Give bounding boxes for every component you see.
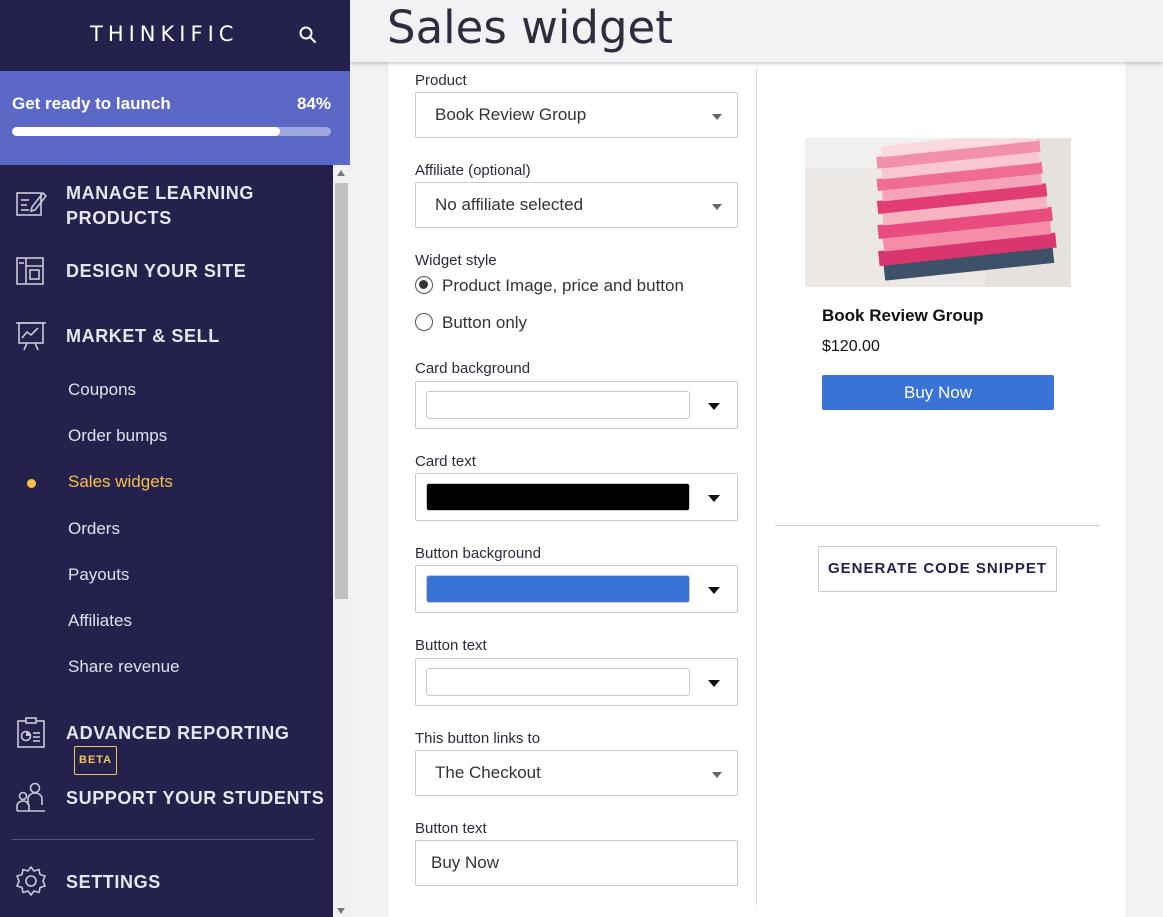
sidebar-scrollbar[interactable] xyxy=(333,165,350,917)
button-text-color-picker[interactable] xyxy=(415,658,738,706)
button-text-color-swatch[interactable] xyxy=(426,668,690,696)
radio-button-only[interactable]: Button only xyxy=(415,313,527,333)
sidebar-label-market: MARKET & SELL xyxy=(66,326,220,346)
launch-progress-bar xyxy=(12,127,331,136)
card-background-swatch[interactable] xyxy=(426,391,690,419)
sidebar: THINKIFIC Get ready to launch 84% MANAGE… xyxy=(0,0,350,917)
radio-label-button-only: Button only xyxy=(442,313,528,332)
product-image xyxy=(805,138,1071,287)
widget-editor-card: Product Book Review Group Affiliate (opt… xyxy=(387,62,1127,917)
button-text-input[interactable] xyxy=(415,840,738,886)
sidebar-label-reporting-text: ADVANCED REPORTING xyxy=(66,723,290,743)
card-text-label: Card text xyxy=(415,453,476,470)
sidebar-subitem-affiliates[interactable]: Affiliates xyxy=(68,611,132,631)
widget-style-label: Widget style xyxy=(415,252,497,269)
brand-bar: THINKIFIC xyxy=(0,0,350,71)
sidebar-nav: MANAGE LEARNING PRODUCTS DESIGN YOUR SIT… xyxy=(0,165,333,917)
sidebar-label-support: SUPPORT YOUR STUDENTS xyxy=(66,788,325,808)
caret-down-icon[interactable] xyxy=(708,495,720,502)
button-link-select-value: The Checkout xyxy=(435,763,541,782)
sidebar-scroll-thumb[interactable] xyxy=(335,183,348,599)
preview-buy-now-button[interactable]: Buy Now xyxy=(822,375,1054,410)
search-icon[interactable] xyxy=(298,25,318,45)
sidebar-label-settings: SETTINGS xyxy=(66,872,161,892)
radio-selected-icon xyxy=(415,276,433,294)
sidebar-divider xyxy=(12,839,314,840)
generate-code-snippet-button[interactable]: GENERATE CODE SNIPPET xyxy=(818,546,1057,592)
presentation-chart-icon xyxy=(16,322,46,351)
sidebar-item-market-and-sell[interactable]: MARKET & SELL xyxy=(0,318,333,354)
layout-icon xyxy=(16,257,44,285)
affiliate-label: Affiliate (optional) xyxy=(415,162,531,179)
sidebar-label-reporting: ADVANCED REPORTING BETA xyxy=(66,721,333,775)
scroll-up-arrow-icon[interactable] xyxy=(337,170,345,176)
sidebar-item-manage-learning-products[interactable]: MANAGE LEARNING PRODUCTS xyxy=(0,179,333,239)
sidebar-item-design-your-site[interactable]: DESIGN YOUR SITE xyxy=(0,253,333,289)
sidebar-subitem-order-bumps[interactable]: Order bumps xyxy=(68,426,167,446)
users-icon xyxy=(16,782,45,812)
thinkific-logo[interactable]: THINKIFIC xyxy=(90,22,238,46)
sidebar-subitem-share-revenue[interactable]: Share revenue xyxy=(68,657,180,677)
sidebar-subitem-coupons[interactable]: Coupons xyxy=(68,380,136,400)
radio-unselected-icon xyxy=(415,313,433,331)
beta-badge: BETA xyxy=(74,746,118,775)
button-link-label: This button links to xyxy=(415,730,541,747)
active-indicator-dot xyxy=(27,479,36,488)
chevron-down-icon xyxy=(712,204,722,210)
product-select[interactable]: Book Review Group xyxy=(415,92,738,138)
sidebar-item-support-your-students[interactable]: SUPPORT YOUR STUDENTS xyxy=(0,781,333,817)
clipboard-chart-icon xyxy=(17,717,45,748)
sidebar-label-manage: MANAGE LEARNING PRODUCTS xyxy=(66,183,254,228)
card-background-picker[interactable] xyxy=(415,381,738,429)
launch-checklist[interactable]: Get ready to launch 84% xyxy=(0,71,350,165)
radio-label-image-price-button: Product Image, price and button xyxy=(442,276,684,295)
preview-product-name: Book Review Group xyxy=(822,306,984,325)
button-link-select[interactable]: The Checkout xyxy=(415,750,738,796)
product-select-value: Book Review Group xyxy=(435,105,587,124)
button-background-label: Button background xyxy=(415,545,541,562)
button-text-label: Button text xyxy=(415,820,487,837)
scroll-down-arrow-icon[interactable] xyxy=(337,908,345,914)
sidebar-label-design: DESIGN YOUR SITE xyxy=(66,261,247,281)
card-text-swatch[interactable] xyxy=(426,483,690,511)
sidebar-subitem-payouts[interactable]: Payouts xyxy=(68,565,129,585)
button-background-swatch[interactable] xyxy=(426,575,690,603)
sidebar-item-advanced-reporting[interactable]: ADVANCED REPORTING BETA xyxy=(0,716,333,775)
launch-title: Get ready to launch xyxy=(12,94,171,113)
column-divider xyxy=(756,68,757,905)
gear-icon xyxy=(16,866,46,896)
button-background-picker[interactable] xyxy=(415,565,738,613)
page-header: Sales widget xyxy=(350,0,1163,62)
caret-down-icon[interactable] xyxy=(708,403,720,410)
sidebar-subitem-orders[interactable]: Orders xyxy=(68,519,120,539)
product-label: Product xyxy=(415,72,467,89)
affiliate-select[interactable]: No affiliate selected xyxy=(415,182,738,228)
preview-price: $120.00 xyxy=(822,338,880,355)
caret-down-icon[interactable] xyxy=(708,680,720,687)
radio-image-price-button[interactable]: Product Image, price and button xyxy=(415,276,684,296)
caret-down-icon[interactable] xyxy=(708,587,720,594)
card-text-picker[interactable] xyxy=(415,473,738,521)
launch-percent: 84% xyxy=(296,94,331,113)
button-text-color-label: Button text xyxy=(415,637,487,654)
affiliate-select-value: No affiliate selected xyxy=(435,195,584,214)
chevron-down-icon xyxy=(712,114,722,120)
sidebar-subitem-sales-widgets[interactable]: Sales widgets xyxy=(68,472,173,492)
preview-divider xyxy=(775,525,1099,526)
sidebar-item-settings[interactable]: SETTINGS xyxy=(0,865,333,901)
card-background-label: Card background xyxy=(415,360,531,377)
launch-progress-fill xyxy=(12,127,280,136)
chevron-down-icon xyxy=(712,772,722,778)
page-title: Sales widget xyxy=(387,1,673,54)
edit-list-icon xyxy=(16,191,47,216)
